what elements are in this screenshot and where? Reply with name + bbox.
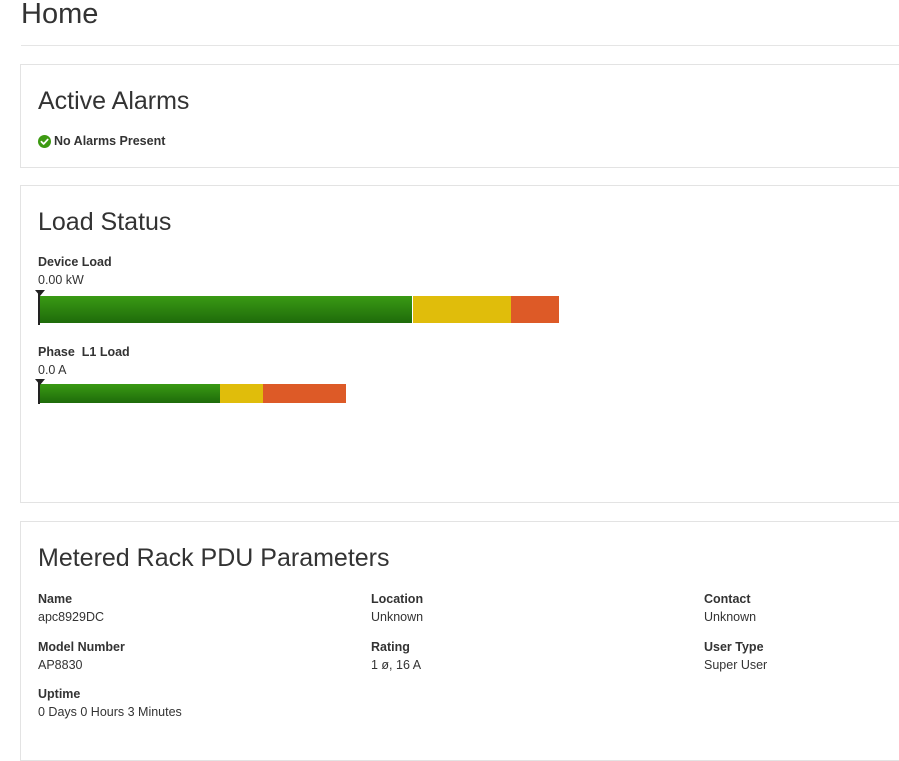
device-load-yellow-zone [412,296,512,323]
device-load-green-zone [39,296,412,323]
phase-load-yellow-zone [220,384,264,403]
device-load-marker-icon [35,290,45,296]
phase-load-label: Phase L1 Load [38,345,130,359]
user-type-label: User Type [704,640,764,654]
alarm-status: No Alarms Present [38,133,165,149]
device-load-red-zone [511,296,559,323]
name-label: Name [38,592,73,606]
active-alarms-heading: Active Alarms [38,87,190,115]
rating-label: Rating [371,640,410,654]
phase-load-green-zone [39,384,221,403]
phase-load-level-line [38,379,40,404]
location-value: Unknown [371,610,424,624]
page-title: Home [21,0,99,30]
uptime-value: 0 Days 0 Hours 3 Minutes [38,705,182,719]
device-load-label: Device Load [38,255,112,269]
phase-load-marker-icon [35,379,45,385]
location-label: Location [371,592,424,606]
model-number-label: Model Number [38,640,125,654]
contact-value: Unknown [704,610,757,624]
uptime-label: Uptime [38,687,81,701]
alarm-status-text: No Alarms Present [54,134,166,148]
rating-value: 1 ø, 16 A [371,658,422,672]
load-status-panel: Load Status Device Load 0.00 kW Phase L1… [20,185,899,503]
phase-load-bar [39,384,346,403]
pdu-parameters-heading: Metered Rack PDU Parameters [38,544,390,572]
model-number-value: AP8830 [38,658,83,672]
active-alarms-panel: Active Alarms No Alarms Present [20,64,899,168]
contact-label: Contact [704,592,751,606]
phase-load-value: 0.0 A [38,363,67,377]
load-status-heading: Load Status [38,208,172,236]
device-load-bar [39,296,559,323]
user-type-value: Super User [704,658,768,672]
device-load-value: 0.00 kW [38,273,84,287]
phase-load-red-zone [263,384,346,403]
check-circle-icon [38,134,51,148]
device-load-level-line [38,290,40,325]
name-value: apc8929DC [38,610,105,624]
pdu-parameters-panel: Metered Rack PDU Parameters Name apc8929… [20,521,899,761]
title-divider [21,45,899,46]
